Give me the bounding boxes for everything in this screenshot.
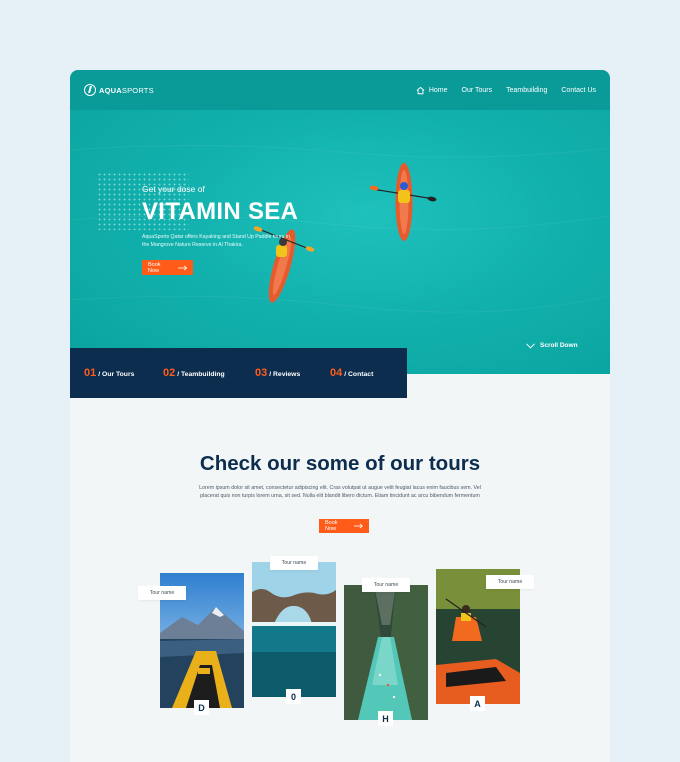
quicknav-label: / Contact	[344, 371, 374, 378]
quicknav-number: 01	[84, 367, 97, 379]
nav-teambuilding[interactable]: Teambuilding	[506, 87, 547, 94]
quicknav-label: / Our Tours	[98, 371, 135, 378]
nav-teambuilding-label: Teambuilding	[506, 86, 548, 94]
hero-description: AquaSports Qatar offers Kayaking and Sta…	[142, 234, 290, 248]
tour-image-2	[252, 562, 336, 697]
quicknav-label: / Reviews	[269, 371, 301, 378]
quicknav-number: 03	[255, 367, 268, 379]
tour-card-2-letter: 0	[286, 689, 301, 704]
nav-contact-us[interactable]: Contact Us	[561, 87, 596, 94]
nav-links: Home Our Tours Teambuilding Contact Us	[416, 86, 596, 95]
kayak-image-1	[370, 163, 437, 241]
tour-card-3[interactable]	[344, 585, 428, 720]
nav-our-tours-label: Our Tours	[461, 86, 493, 94]
brand-logo[interactable]: AQUA SPORTS	[84, 84, 154, 96]
scroll-down-link[interactable]: Scroll Down	[526, 342, 578, 349]
tour-image-3	[344, 585, 428, 720]
brand-name-bold: AQUA	[99, 85, 122, 95]
arrow-right-icon	[177, 265, 187, 270]
hero-book-now-button[interactable]: Book Now	[142, 260, 193, 275]
tour-card-2[interactable]	[252, 562, 336, 697]
nav-contact-us-label: Contact Us	[561, 86, 596, 94]
tours-book-now-label: Book Now	[325, 520, 338, 532]
home-icon	[416, 86, 425, 94]
page-container: AQUA SPORTS Home Our Tours Teambuilding C…	[70, 70, 610, 762]
chevron-down-icon	[526, 342, 535, 349]
tours-book-now-button[interactable]: Book Now	[319, 519, 369, 533]
hero-title: VITAMIN SEA	[142, 198, 299, 225]
quicknav-reviews[interactable]: 03 / Reviews	[255, 367, 330, 379]
tour-card-1-letter: D	[194, 700, 209, 715]
logo-icon	[84, 84, 96, 96]
scroll-down-label: Scroll Down	[540, 342, 578, 349]
nav-home[interactable]: Home	[416, 86, 448, 95]
quicknav-label: / Teambuilding	[177, 371, 225, 378]
arrow-right-icon	[353, 523, 363, 529]
hero-section: Get your dose of VITAMIN SEA AquaSports …	[70, 110, 610, 374]
quick-nav-bar: 01 / Our Tours 02 / Teambuilding 03 / Re…	[70, 348, 407, 398]
tour-card-4[interactable]	[436, 569, 520, 704]
tours-heading: Check our some of our tours	[199, 452, 481, 475]
hero-book-now-label: Book Now	[148, 261, 161, 274]
quicknav-number: 04	[330, 367, 343, 379]
tour-card-2-tag: Tour name	[270, 556, 318, 570]
tour-card-4-letter: A	[470, 696, 485, 711]
top-nav: AQUA SPORTS Home Our Tours Teambuilding C…	[70, 70, 610, 110]
tour-card-4-tag: Tour name	[486, 575, 534, 589]
tour-card-1-tag: Tour name	[138, 586, 186, 600]
brand-name-light: SPORTS	[121, 85, 154, 95]
tours-description: Lorem ipsum dolor sit amet, consectetur …	[199, 485, 481, 500]
nav-our-tours[interactable]: Our Tours	[462, 87, 493, 94]
quicknav-number: 02	[163, 367, 176, 379]
quicknav-teambuilding[interactable]: 02 / Teambuilding	[163, 367, 255, 379]
hero-kicker: Get your dose of	[142, 184, 205, 194]
tour-image-4	[436, 569, 520, 704]
quicknav-our-tours[interactable]: 01 / Our Tours	[84, 367, 163, 379]
tour-card-3-letter: H	[378, 711, 393, 726]
tour-card-3-tag: Tour name	[362, 578, 410, 592]
quicknav-contact[interactable]: 04 / Contact	[330, 367, 373, 379]
nav-home-label: Home	[428, 86, 448, 94]
